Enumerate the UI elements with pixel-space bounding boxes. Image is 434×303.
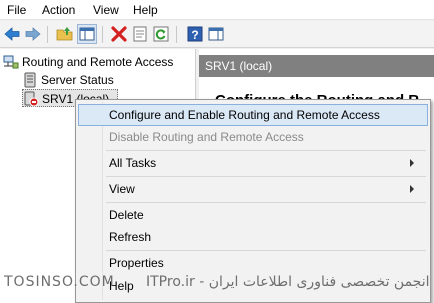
toolbar-separator — [102, 26, 103, 43]
menu-item-label: View — [109, 182, 135, 196]
properties-icon[interactable] — [131, 25, 149, 43]
show-hide-console-tree-icon[interactable] — [77, 24, 97, 44]
show-action-pane-icon[interactable] — [207, 25, 225, 43]
back-arrow-icon[interactable] — [3, 25, 21, 43]
watermark-right: انجمن تخصصی فناوری اطلاعات ایران - ITPro… — [146, 274, 430, 290]
menu-separator — [106, 250, 426, 251]
network-icon — [3, 54, 19, 73]
toolbar-separator — [176, 26, 177, 43]
help-icon[interactable]: ? — [186, 25, 204, 43]
context-menu: Configure and Enable Routing and Remote … — [75, 99, 431, 303]
tree-item-label: Server Status — [41, 73, 114, 87]
menu-separator — [106, 150, 426, 151]
svg-text:?: ? — [191, 28, 198, 42]
menu-view[interactable]: View — [93, 3, 119, 17]
tree-root-routing[interactable]: Routing and Remote Access — [3, 53, 193, 71]
menu-item-disable: Disable Routing and Remote Access — [78, 126, 428, 148]
menu-item-label: Refresh — [109, 230, 152, 244]
watermark-left: TOSINSO.COM — [4, 274, 115, 290]
menu-action[interactable]: Action — [42, 3, 75, 17]
tree-root-label: Routing and Remote Access — [22, 55, 174, 69]
menu-item-properties[interactable]: Properties — [78, 252, 428, 274]
menu-file[interactable]: File — [7, 3, 26, 17]
menu-separator — [106, 202, 426, 203]
toolbar: ? — [0, 21, 434, 48]
details-header: SRV1 (local) — [199, 55, 434, 77]
forward-arrow-icon[interactable] — [24, 25, 42, 43]
menu-item-view[interactable]: View — [78, 178, 428, 200]
delete-icon[interactable] — [110, 25, 128, 43]
menu-separator — [106, 176, 426, 177]
up-folder-icon[interactable] — [56, 25, 74, 43]
tree-item-server-status[interactable]: Server Status — [22, 71, 192, 89]
menu-item-label: Disable Routing and Remote Access — [109, 130, 304, 144]
menu-item-label: Properties — [109, 256, 164, 270]
server-stopped-icon — [23, 91, 39, 110]
menu-item-all-tasks[interactable]: All Tasks — [78, 152, 428, 174]
menu-item-label: Configure and Enable Routing and Remote … — [109, 108, 380, 122]
submenu-arrow-icon — [410, 185, 414, 193]
menu-item-label: Delete — [109, 208, 144, 222]
submenu-arrow-icon — [410, 159, 414, 167]
menu-item-delete[interactable]: Delete — [78, 204, 428, 226]
menu-item-refresh[interactable]: Refresh — [78, 226, 428, 248]
toolbar-separator — [47, 26, 48, 43]
menu-item-label: All Tasks — [109, 156, 157, 170]
menu-bar: File Action View Help — [0, 0, 434, 20]
refresh-icon[interactable] — [152, 25, 170, 43]
menu-item-configure-enable[interactable]: Configure and Enable Routing and Remote … — [78, 104, 428, 126]
menu-help[interactable]: Help — [133, 3, 158, 17]
